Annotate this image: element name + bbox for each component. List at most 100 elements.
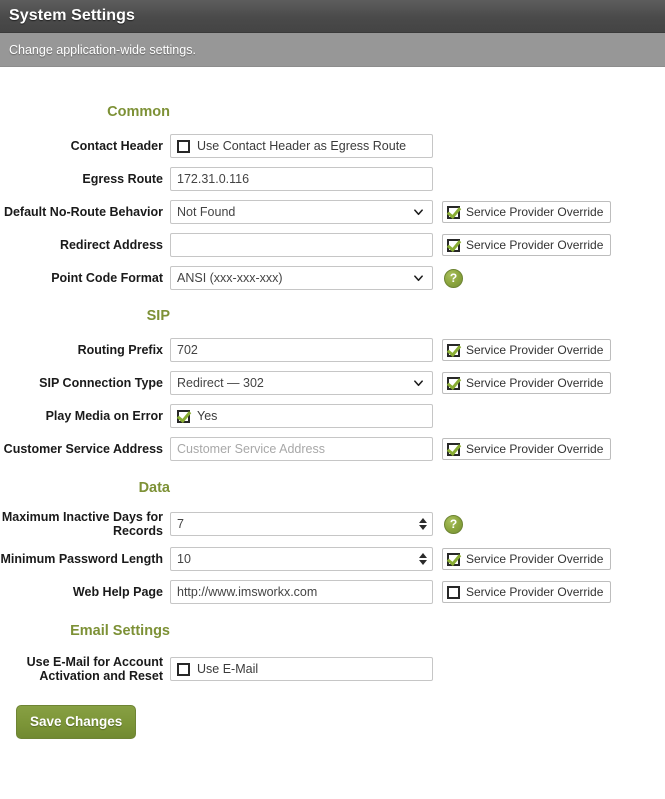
row-routing-prefix: Routing Prefix 702 Service Provider Over… [0, 338, 665, 362]
label-default-no-route-behavior: Default No-Route Behavior [3, 205, 163, 219]
label-routing-prefix: Routing Prefix [77, 343, 163, 357]
override-label-routing-prefix: Service Provider Override [466, 343, 604, 357]
help-icon[interactable]: ? [444, 514, 463, 534]
input-minimum-password-length[interactable]: 10 [170, 547, 433, 571]
override-redirect-address[interactable]: Service Provider Override [442, 234, 612, 256]
override-label-customer-service-address: Service Provider Override [466, 442, 604, 456]
stepper-maximum-inactive-days[interactable] [417, 514, 428, 534]
chevron-down-icon [414, 275, 423, 282]
row-customer-service-address: Customer Service Address Customer Servic… [0, 437, 665, 461]
row-default-no-route-behavior: Default No-Route Behavior Not Found Serv… [0, 200, 665, 224]
override-label-web-help-page: Service Provider Override [466, 585, 604, 599]
value-minimum-password-length: 10 [177, 552, 191, 566]
value-routing-prefix: 702 [177, 343, 198, 357]
section-header-sip: SIP [0, 308, 665, 324]
value-default-no-route-behavior: Not Found [177, 205, 236, 219]
override-label-sip-connection-type: Service Provider Override [466, 376, 604, 390]
override-label-default-no-route-behavior: Service Provider Override [466, 205, 604, 219]
value-maximum-inactive-days: 7 [177, 517, 184, 531]
label-sip-connection-type: SIP Connection Type [39, 376, 163, 390]
section-header-common: Common [0, 104, 665, 120]
override-routing-prefix[interactable]: Service Provider Override [442, 339, 612, 361]
section-title-data: Data [138, 480, 170, 496]
override-customer-service-address[interactable]: Service Provider Override [442, 438, 612, 460]
override-sip-connection-type[interactable]: Service Provider Override [442, 372, 612, 394]
row-play-media-on-error: Play Media on Error Yes [0, 404, 665, 428]
checkbox-override-sip-connection-type[interactable] [447, 376, 460, 390]
label-use-email: Use E-Mail for Account Activation and Re… [26, 655, 163, 683]
override-web-help-page[interactable]: Service Provider Override [442, 581, 612, 603]
section-header-data: Data [0, 480, 665, 496]
checkbox-label-play-media-on-error: Yes [197, 409, 218, 423]
override-label-minimum-password-length: Service Provider Override [466, 552, 604, 566]
label-maximum-inactive-days: Maximum Inactive Days for Records [1, 510, 163, 538]
input-web-help-page[interactable]: http://www.imsworkx.com [170, 580, 433, 604]
value-sip-connection-type: Redirect — 302 [177, 376, 264, 390]
select-point-code-format[interactable]: ANSI (xxx-xxx-xxx) [170, 266, 433, 290]
input-redirect-address[interactable] [170, 233, 433, 257]
row-sip-connection-type: SIP Connection Type Redirect — 302 Servi… [0, 371, 665, 395]
chevron-down-icon [414, 380, 423, 387]
input-maximum-inactive-days[interactable]: 7 [170, 512, 433, 536]
row-egress-route: Egress Route 172.31.0.116 [0, 167, 665, 191]
checkbox-override-customer-service-address[interactable] [447, 442, 460, 456]
section-title-sip: SIP [146, 308, 170, 324]
label-contact-header: Contact Header [70, 139, 163, 153]
row-minimum-password-length: Minimum Password Length 10 Service Provi… [0, 547, 665, 571]
field-use-email[interactable]: Use E-Mail [170, 657, 433, 681]
checkbox-override-redirect-address[interactable] [447, 238, 460, 252]
value-web-help-page: http://www.imsworkx.com [177, 585, 318, 599]
label-redirect-address: Redirect Address [59, 238, 163, 252]
checkbox-override-minimum-password-length[interactable] [447, 552, 460, 566]
chevron-down-icon [414, 209, 423, 216]
field-contact-header[interactable]: Use Contact Header as Egress Route [170, 134, 433, 158]
select-default-no-route-behavior[interactable]: Not Found [170, 200, 433, 224]
section-title-email: Email Settings [70, 623, 170, 639]
value-egress-route: 172.31.0.116 [177, 172, 250, 186]
row-contact-header: Contact Header Use Contact Header as Egr… [0, 134, 665, 158]
field-play-media-on-error[interactable]: Yes [170, 404, 433, 428]
checkbox-label-use-email: Use E-Mail [197, 662, 259, 676]
row-web-help-page: Web Help Page http://www.imsworkx.com Se… [0, 580, 665, 604]
input-routing-prefix[interactable]: 702 [170, 338, 433, 362]
row-redirect-address: Redirect Address Service Provider Overri… [0, 233, 665, 257]
checkbox-contact-header[interactable] [177, 139, 190, 153]
placeholder-customer-service-address: Customer Service Address [177, 442, 325, 456]
label-minimum-password-length: Minimum Password Length [0, 552, 163, 566]
value-point-code-format: ANSI (xxx-xxx-xxx) [177, 271, 283, 285]
checkbox-override-web-help-page[interactable] [447, 585, 460, 599]
settings-form: Common Contact Header Use Contact Header… [0, 104, 665, 739]
row-use-email: Use E-Mail for Account Activation and Re… [0, 655, 665, 683]
save-button-row: Save Changes [0, 705, 665, 739]
override-minimum-password-length[interactable]: Service Provider Override [442, 548, 612, 570]
label-play-media-on-error: Play Media on Error [45, 409, 163, 423]
input-customer-service-address[interactable]: Customer Service Address [170, 437, 433, 461]
checkbox-use-email[interactable] [177, 662, 190, 676]
row-maximum-inactive-days: Maximum Inactive Days for Records 7 ? [0, 510, 665, 538]
label-web-help-page: Web Help Page [72, 585, 163, 599]
label-egress-route: Egress Route [82, 172, 163, 186]
row-point-code-format: Point Code Format ANSI (xxx-xxx-xxx) ? [0, 266, 665, 290]
help-icon[interactable]: ? [444, 268, 463, 288]
input-egress-route[interactable]: 172.31.0.116 [170, 167, 433, 191]
stepper-up-icon[interactable] [418, 553, 427, 558]
page-subtitle-bar: Change application-wide settings. [0, 33, 665, 67]
checkbox-override-default-no-route-behavior[interactable] [447, 205, 460, 219]
window-titlebar: System Settings [0, 0, 665, 33]
label-point-code-format: Point Code Format [51, 271, 163, 285]
stepper-up-icon[interactable] [418, 518, 427, 523]
save-changes-button[interactable]: Save Changes [16, 705, 137, 739]
section-title-common: Common [107, 104, 170, 120]
page-subtitle: Change application-wide settings. [9, 42, 196, 57]
stepper-down-icon[interactable] [418, 560, 427, 565]
stepper-down-icon[interactable] [418, 525, 427, 530]
page-title: System Settings [9, 7, 135, 24]
override-label-redirect-address: Service Provider Override [466, 238, 604, 252]
label-customer-service-address: Customer Service Address [3, 442, 163, 456]
stepper-minimum-password-length[interactable] [417, 549, 428, 569]
checkbox-play-media-on-error[interactable] [177, 409, 190, 423]
select-sip-connection-type[interactable]: Redirect — 302 [170, 371, 433, 395]
checkbox-override-routing-prefix[interactable] [447, 343, 460, 357]
override-default-no-route-behavior[interactable]: Service Provider Override [442, 201, 612, 223]
checkbox-label-contact-header: Use Contact Header as Egress Route [197, 139, 407, 153]
